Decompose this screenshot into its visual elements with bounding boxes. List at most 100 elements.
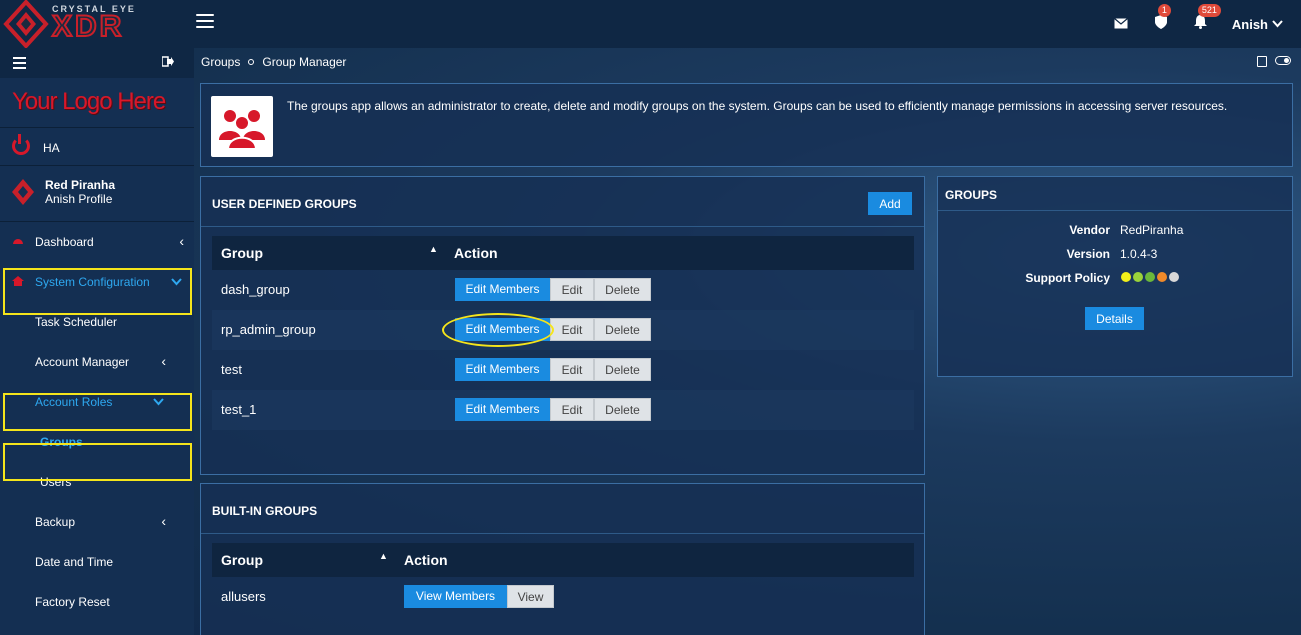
breadcrumb-groups[interactable]: Groups [201,55,240,69]
top-bar: CRYSTAL EYE XDR 1 521 Anish [0,0,1301,49]
support-dot [1169,272,1179,282]
delete-button[interactable]: Delete [594,318,651,341]
table-row: dash_group Edit Members Edit Delete [212,270,914,310]
action-column-header: Action [404,552,448,568]
view-members-button[interactable]: View Members [404,585,507,608]
logo-mark-icon [3,0,49,49]
chevron-down-icon [1272,20,1283,28]
group-column-header[interactable]: Group [221,245,263,261]
highlight-system-configuration [3,268,192,315]
sidebar-item-factory-reset[interactable]: Factory Reset [0,582,194,622]
info-text: The groups app allows an administrator t… [287,99,1228,113]
groups-info-card: GROUPS Vendor RedPiranha Version 1.0.4-3… [937,176,1293,377]
bell-icon[interactable]: 521 [1192,4,1221,33]
mail-icon[interactable] [1112,15,1130,33]
support-dot [1133,272,1143,282]
edit-members-button[interactable]: Edit Members [455,278,550,301]
group-name: dash_group [221,282,290,297]
sidebar-item-label: Date and Time [35,555,114,569]
table-row: allusers View Members View [212,577,914,617]
table-row: test_1 Edit Members Edit Delete [212,390,914,430]
dashboard-icon [13,239,23,244]
edit-members-button[interactable]: Edit Members [455,358,550,381]
custom-logo-text: Your Logo Here [12,88,166,115]
version-value: 1.0.4-3 [1120,247,1158,261]
profile-sub: Anish Profile [45,192,113,206]
user-groups-title: USER DEFINED GROUPS [212,197,357,211]
shield-badge: 1 [1157,4,1171,17]
table-header: Group ▲ Action [212,236,914,270]
edit-button[interactable]: Edit [550,358,594,381]
sidebar-item-label: Account Manager [35,355,130,369]
details-button[interactable]: Details [1085,307,1144,330]
group-name: rp_admin_group [221,322,316,337]
delete-button[interactable]: Delete [594,358,651,381]
chevron-left-icon: ‹ [161,353,166,369]
table-header: Group ▲ Action [212,543,914,577]
user-menu[interactable]: Anish [1232,17,1283,32]
view-button[interactable]: View [507,585,554,608]
builtin-groups-table: Group ▲ Action allusers View Members Vie… [212,543,914,617]
theme-toggle-icon[interactable] [1275,56,1291,65]
support-dot [1157,272,1167,282]
group-name: test [221,362,242,377]
table-row: rp_admin_group Edit Members Edit Delete [212,310,914,350]
user-groups-table: Group ▲ Action dash_group Edit Members E… [212,236,914,430]
info-panel: The groups app allows an administrator t… [200,83,1293,167]
table-row: test Edit Members Edit Delete [212,350,914,390]
built-in-groups-panel: BUILT-IN GROUPS Group ▲ Action allusers … [200,483,925,635]
groups-app-icon [211,96,273,157]
breadcrumb: Groups Group Manager [201,55,346,69]
edit-button[interactable]: Edit [550,318,594,341]
sidebar-item-label: Backup [35,515,76,529]
sidebar-item-account-manager[interactable]: Account Manager ‹ [0,342,194,382]
custom-logo: Your Logo Here [0,78,194,128]
edit-members-button[interactable]: Edit Members [455,398,550,421]
group-name: test_1 [221,402,257,417]
add-group-button[interactable]: Add [868,192,912,215]
support-policy-label: Support Policy [1025,271,1110,285]
highlight-edit-members [442,313,554,347]
group-column-header[interactable]: Group [221,552,263,568]
power-icon [12,134,30,155]
support-dot [1121,272,1131,282]
highlight-groups [3,443,192,481]
support-dot [1145,272,1155,282]
bell-badge: 521 [1197,4,1221,17]
groups-card-title: GROUPS [945,188,998,202]
crystal-eye-logo[interactable]: CRYSTAL EYE XDR [2,0,172,49]
sidebar: Your Logo Here HA Red Piranha Anish Prof… [0,48,194,635]
user-name: Anish [1231,16,1268,32]
main-menu-toggle[interactable] [196,14,214,28]
sidebar-item-date-and-time[interactable]: Date and Time [0,542,194,582]
highlight-account-roles [3,393,192,431]
sidebar-item-label: Factory Reset [35,595,110,609]
delete-button[interactable]: Delete [594,278,651,301]
sidebar-item-ha[interactable]: HA [0,128,194,166]
ha-label: HA [43,141,60,155]
group-name: allusers [221,589,266,604]
user-defined-groups-panel: USER DEFINED GROUPS Add Group ▲ Action d… [200,176,925,475]
sidebar-item-backup[interactable]: Backup ‹ [0,502,194,542]
sort-asc-icon[interactable]: ▲ [429,244,438,254]
sign-out-icon[interactable] [161,56,174,70]
breadcrumb-group-manager: Group Manager [262,55,347,69]
chevron-left-icon: ‹ [161,513,166,529]
shield-icon[interactable]: 1 [1152,4,1171,33]
sidebar-menu-icon[interactable] [13,57,26,72]
vendor-label: Vendor [1069,223,1110,237]
builtin-groups-title: BUILT-IN GROUPS [212,504,318,518]
vendor-value: RedPiranha [1120,223,1184,237]
delete-button[interactable]: Delete [594,398,651,421]
action-column-header: Action [454,245,498,261]
brand-main-text: XDR [51,10,125,43]
sidebar-item-dashboard[interactable]: Dashboard ‹ [0,222,194,262]
profile-block[interactable]: Red Piranha Anish Profile [0,166,194,222]
red-piranha-icon [12,179,34,205]
support-policy-indicator [1121,272,1179,282]
edit-button[interactable]: Edit [550,278,594,301]
version-label: Version [1066,247,1110,261]
book-icon[interactable] [1257,56,1267,67]
edit-button[interactable]: Edit [550,398,594,421]
sort-asc-icon[interactable]: ▲ [379,551,388,561]
